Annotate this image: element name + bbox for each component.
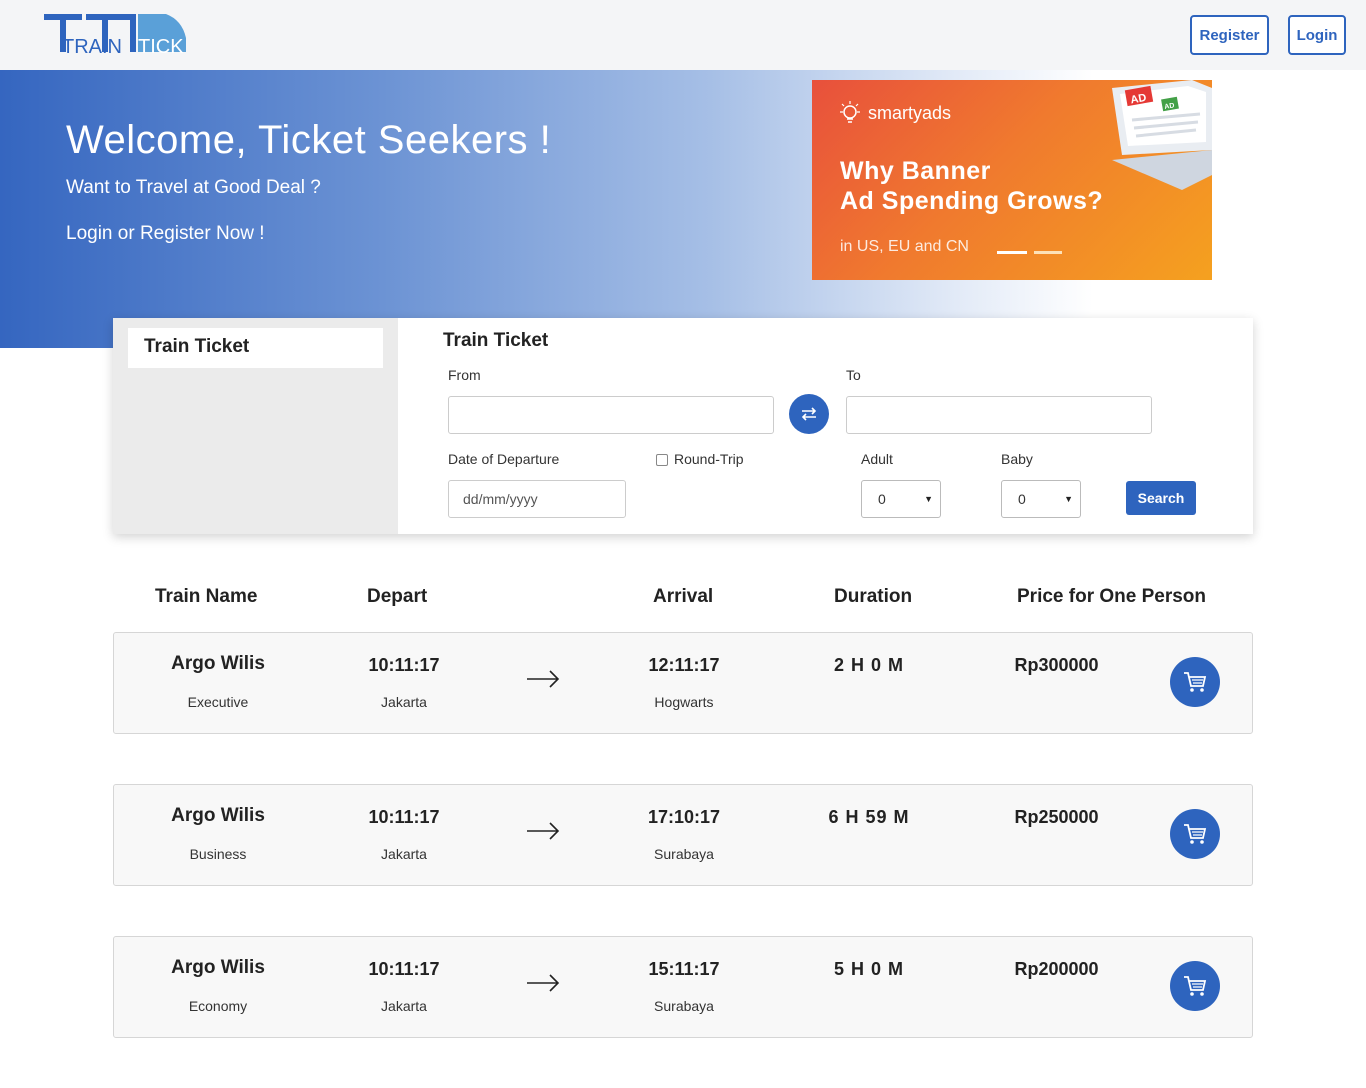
cart-icon [1184, 672, 1207, 692]
form-title: Train Ticket [443, 330, 549, 351]
ad-headline-line2: Ad Spending Grows? [840, 187, 1104, 215]
duration: 2 H 0 M [833, 655, 905, 675]
price: Rp300000 [1014, 655, 1099, 675]
arrival-city: Hogwarts [654, 694, 714, 710]
duration: 6 H 59 M [828, 807, 910, 827]
svg-text:TICK: TICK [138, 36, 184, 58]
ad-headline-line1: Why Banner [840, 157, 991, 185]
ad-dash [1034, 251, 1062, 254]
arrival-time: 17:10:17 [647, 807, 721, 827]
header-price: Price for One Person [1017, 586, 1207, 607]
add-to-cart-button[interactable] [1170, 809, 1220, 859]
depart-city: Jakarta [381, 694, 427, 710]
swap-arrows-icon [801, 407, 817, 421]
header-depart: Depart [367, 586, 428, 607]
header-train-name: Train Name [155, 586, 258, 607]
ad-banner[interactable]: smartyads Why Banner Ad Spending Grows? … [812, 80, 1212, 280]
tab-train-ticket[interactable]: Train Ticket [128, 328, 383, 368]
arrival-time: 15:11:17 [648, 959, 720, 979]
train-name: Argo Wilis [171, 957, 265, 978]
laptop-illustration-icon: AD AD [1112, 80, 1212, 190]
arrow-right-icon [527, 974, 560, 992]
from-input[interactable] [448, 396, 774, 434]
baby-value: 0 [1018, 491, 1026, 507]
depart-city: Jakarta [381, 998, 427, 1014]
depart-city: Jakarta [381, 846, 427, 862]
cart-icon [1184, 976, 1207, 996]
train-class: Economy [188, 998, 248, 1014]
adult-value: 0 [878, 491, 886, 507]
ad-footer: in US, EU and CN [840, 238, 969, 255]
arrival-city: Surabaya [654, 998, 714, 1014]
to-label: To [846, 367, 861, 383]
train-name: Argo Wilis [171, 805, 265, 826]
top-nav: TRAIN TICK Register Login [0, 0, 1366, 70]
ad-dash [997, 251, 1027, 254]
depart-time: 10:11:17 [368, 655, 440, 675]
departure-date-input[interactable]: dd/mm/yyyy [448, 480, 626, 518]
adult-select[interactable]: 0 ▼ [861, 480, 941, 518]
arrow-right-icon [527, 670, 560, 688]
arrival-city: Surabaya [654, 846, 714, 862]
hero-title: Welcome, Ticket Seekers ! [66, 118, 552, 162]
search-card: Train Ticket Train Ticket From To Date o… [113, 318, 1253, 534]
adult-label: Adult [861, 451, 893, 467]
result-row: Argo Wilis Executive 10:11:17 Jakarta 12… [113, 632, 1253, 734]
result-row: Argo Wilis Economy 10:11:17 Jakarta 15:1… [113, 936, 1253, 1038]
arrival-time: 12:11:17 [648, 655, 720, 675]
header-duration: Duration [834, 586, 913, 607]
add-to-cart-button[interactable] [1170, 657, 1220, 707]
price: Rp200000 [1014, 959, 1099, 979]
lightbulb-icon [840, 101, 860, 123]
ad-brand-name: smartyads [868, 102, 952, 123]
svg-text:TRAIN: TRAIN [62, 36, 122, 58]
chevron-down-icon: ▼ [1064, 494, 1073, 504]
register-button[interactable]: Register [1190, 15, 1269, 55]
roundtrip-label: Round-Trip [674, 451, 744, 467]
login-button[interactable]: Login [1288, 15, 1346, 55]
hero-cta-text: Login or Register Now ! [66, 223, 265, 244]
baby-label: Baby [1001, 451, 1033, 467]
ad-brand: smartyads [838, 100, 951, 126]
baby-select[interactable]: 0 ▼ [1001, 480, 1081, 518]
from-label: From [448, 367, 481, 383]
train-name: Argo Wilis [171, 653, 265, 674]
depart-time: 10:11:17 [368, 807, 440, 827]
price: Rp250000 [1014, 807, 1099, 827]
swap-button[interactable] [789, 394, 829, 434]
traintick-logo[interactable]: TRAIN TICK [42, 12, 188, 58]
search-button[interactable]: Search [1126, 481, 1196, 515]
header-arrival: Arrival [653, 586, 714, 607]
train-class: Executive [187, 694, 249, 710]
depart-time: 10:11:17 [368, 959, 440, 979]
departure-date-label: Date of Departure [448, 451, 560, 467]
to-input[interactable] [846, 396, 1152, 434]
result-row: Argo Wilis Business 10:11:17 Jakarta 17:… [113, 784, 1253, 886]
hero-subtitle: Want to Travel at Good Deal ? [66, 177, 321, 198]
ad-headline: Why Banner Ad Spending Grows? [840, 156, 1103, 216]
train-class: Business [189, 846, 247, 862]
cart-icon [1184, 824, 1207, 844]
roundtrip-checkbox[interactable] [656, 454, 668, 466]
arrow-right-icon [527, 822, 560, 840]
chevron-down-icon: ▼ [924, 494, 933, 504]
duration: 5 H 0 M [833, 959, 905, 979]
add-to-cart-button[interactable] [1170, 961, 1220, 1011]
search-sidebar: Train Ticket [113, 318, 398, 534]
